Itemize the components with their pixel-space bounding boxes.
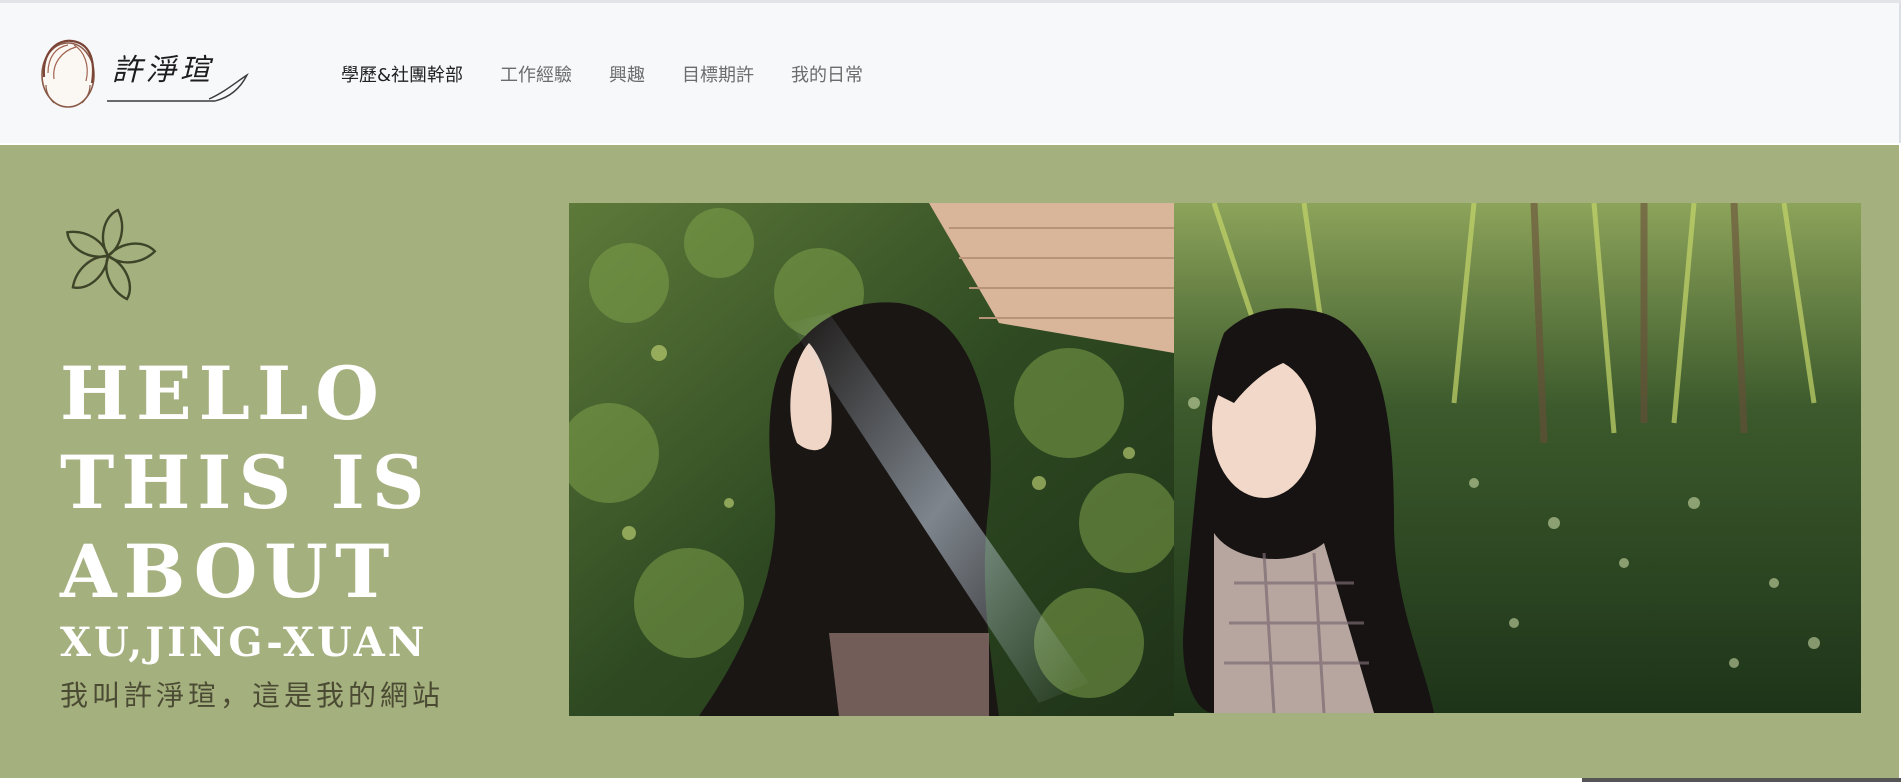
site-header: 許淨瑄 學歷&社團幹部 工作經驗 興趣 目標期許 我的日常 <box>0 3 1901 143</box>
portrait-sketch-icon <box>41 39 95 108</box>
logo-swoosh-icon <box>107 72 249 102</box>
headline-line-3: ABOUT <box>60 529 397 615</box>
hero-bottom-edge <box>0 778 1901 782</box>
headline-line-2: THIS IS <box>60 440 432 526</box>
flower-outline-icon <box>66 208 157 301</box>
profile-photo-side <box>569 203 1174 716</box>
site-logo[interactable]: 許淨瑄 <box>40 33 250 113</box>
hero-headline: HELLO THIS IS ABOUT <box>60 350 431 617</box>
nav-item-interests[interactable]: 興趣 <box>609 63 645 89</box>
nav-item-work[interactable]: 工作經驗 <box>500 63 572 89</box>
profile-photo-front <box>1174 203 1861 713</box>
nav-item-daily[interactable]: 我的日常 <box>791 63 863 89</box>
nav-item-education[interactable]: 學歷&社團幹部 <box>341 63 463 89</box>
headline-line-1: HELLO <box>60 351 386 437</box>
hero-name: XU,JING-XUAN <box>60 619 428 666</box>
hero-subtitle: 我叫許淨瑄，這是我的網站 <box>60 679 445 712</box>
main-nav: 學歷&社團幹部 工作經驗 興趣 目標期許 我的日常 <box>341 63 900 89</box>
nav-item-goals[interactable]: 目標期許 <box>682 63 754 89</box>
